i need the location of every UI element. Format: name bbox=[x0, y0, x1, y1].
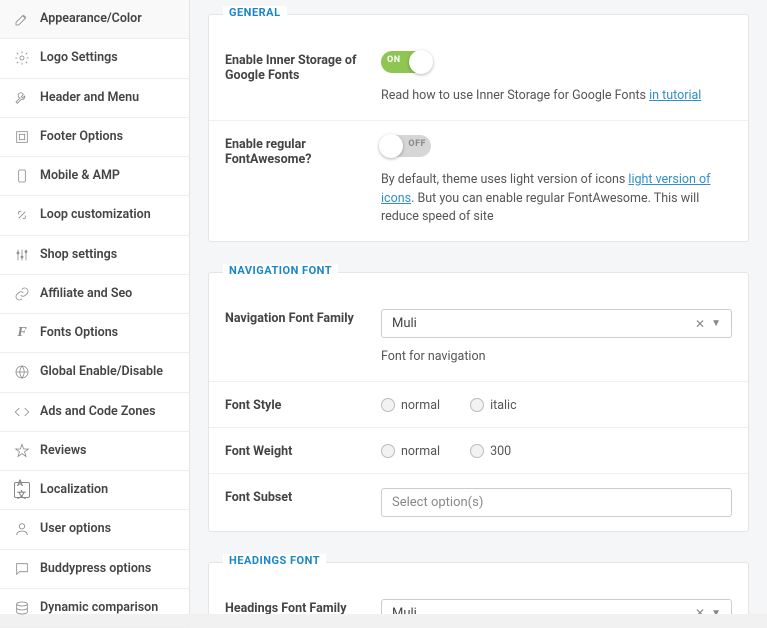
star-icon bbox=[14, 443, 30, 459]
sidebar-item-label: Fonts Options bbox=[40, 325, 118, 341]
sidebar-item-mobile[interactable]: Mobile & AMP bbox=[0, 157, 189, 196]
sidebar-item-label: Ads and Code Zones bbox=[40, 404, 156, 420]
radio-style-italic[interactable]: italic bbox=[470, 398, 517, 413]
clear-icon[interactable]: ✕ bbox=[689, 317, 711, 331]
field-label: Navigation Font Family bbox=[225, 309, 381, 367]
toggle-fontawesome[interactable]: OFF bbox=[381, 135, 431, 157]
field-font-subset: Font Subset Select option(s) bbox=[209, 474, 748, 531]
field-headings-font-family: Headings Font Family Muli ✕ ▼ bbox=[209, 585, 748, 614]
user-icon bbox=[14, 521, 30, 537]
panel-general: GENERAL Enable Inner Storage of Google F… bbox=[208, 14, 749, 242]
toggle-inner-storage[interactable]: ON bbox=[381, 51, 431, 73]
sidebar-item-label: Appearance/Color bbox=[40, 11, 142, 27]
radio-dot-icon bbox=[381, 444, 395, 458]
field-label: Headings Font Family bbox=[225, 599, 381, 614]
chevron-down-icon: ▼ bbox=[711, 608, 721, 614]
select-headings-font-family[interactable]: Muli ✕ ▼ bbox=[381, 599, 732, 614]
panel-navigation-font: NAVIGATION FONT Navigation Font Family M… bbox=[208, 272, 749, 532]
sidebar-item-label: User options bbox=[40, 521, 111, 537]
radio-dot-icon bbox=[470, 444, 484, 458]
sidebar-item-label: Logo Settings bbox=[40, 50, 118, 66]
select-value: Muli bbox=[392, 316, 689, 331]
link-icon bbox=[14, 286, 30, 302]
database-icon bbox=[14, 600, 30, 616]
select-nav-font-family[interactable]: Muli ✕ ▼ bbox=[381, 309, 732, 338]
sidebar-item-buddypress[interactable]: Buddypress options bbox=[0, 550, 189, 589]
field-nav-font-family: Navigation Font Family Muli ✕ ▼ Font for… bbox=[209, 295, 748, 382]
tutorial-link[interactable]: in tutorial bbox=[649, 88, 701, 103]
resize-icon bbox=[14, 207, 30, 223]
box-icon bbox=[14, 129, 30, 145]
field-font-weight: Font Weight normal 300 bbox=[209, 428, 748, 474]
field-label: Font Style bbox=[225, 396, 381, 413]
sidebar-item-label: Shop settings bbox=[40, 247, 117, 263]
sidebar-item-label: Footer Options bbox=[40, 129, 123, 145]
toggle-knob bbox=[409, 50, 433, 74]
sidebar-item-global[interactable]: Global Enable/Disable bbox=[0, 353, 189, 392]
toggle-knob bbox=[379, 134, 403, 158]
panel-title: GENERAL bbox=[223, 6, 287, 19]
sidebar-item-appearance[interactable]: Appearance/Color bbox=[0, 0, 189, 39]
sidebar-item-dynamic[interactable]: Dynamic comparison bbox=[0, 589, 189, 628]
font-icon: F bbox=[14, 325, 30, 341]
radio-weight-300[interactable]: 300 bbox=[470, 444, 511, 459]
edit-icon bbox=[14, 11, 30, 27]
main-content: GENERAL Enable Inner Storage of Google F… bbox=[190, 0, 767, 614]
sidebar-item-label: Affiliate and Seo bbox=[40, 286, 132, 302]
translate-icon: A文 bbox=[14, 482, 30, 498]
mobile-icon bbox=[14, 168, 30, 184]
panel-title: NAVIGATION FONT bbox=[223, 264, 338, 277]
toggle-state: OFF bbox=[408, 139, 426, 149]
sidebar-item-label: Reviews bbox=[40, 443, 86, 459]
chevron-down-icon: ▼ bbox=[711, 318, 721, 329]
field-label: Font Subset bbox=[225, 488, 381, 517]
field-label: Font Weight bbox=[225, 442, 381, 459]
sidebar-item-label: Global Enable/Disable bbox=[40, 364, 163, 380]
field-inner-storage: Enable Inner Storage of Google Fonts ON … bbox=[209, 37, 748, 121]
sidebar-item-user[interactable]: User options bbox=[0, 510, 189, 549]
sliders-icon bbox=[14, 247, 30, 263]
select-placeholder: Select option(s) bbox=[392, 495, 721, 510]
sidebar-item-affiliate[interactable]: Affiliate and Seo bbox=[0, 275, 189, 314]
sidebar-item-footer[interactable]: Footer Options bbox=[0, 118, 189, 157]
field-description: Read how to use Inner Storage for Google… bbox=[381, 87, 732, 106]
wrench-icon bbox=[14, 90, 30, 106]
select-font-subset[interactable]: Select option(s) bbox=[381, 488, 732, 517]
sidebar-item-localization[interactable]: A文 Localization bbox=[0, 471, 189, 510]
panel-headings-font: HEADINGS FONT Headings Font Family Muli … bbox=[208, 562, 749, 614]
sidebar-item-loop[interactable]: Loop customization bbox=[0, 196, 189, 235]
sidebar-item-label: Localization bbox=[40, 482, 108, 498]
sidebar-item-fonts[interactable]: F Fonts Options bbox=[0, 314, 189, 353]
sidebar-item-header[interactable]: Header and Menu bbox=[0, 79, 189, 118]
clear-icon[interactable]: ✕ bbox=[689, 606, 711, 614]
chat-icon bbox=[14, 561, 30, 577]
field-label: Enable regular FontAwesome? bbox=[225, 135, 381, 227]
globe-icon bbox=[14, 364, 30, 380]
sidebar-item-ads[interactable]: Ads and Code Zones bbox=[0, 393, 189, 432]
sidebar-item-label: Mobile & AMP bbox=[40, 168, 120, 184]
code-icon bbox=[14, 404, 30, 420]
field-fontawesome: Enable regular FontAwesome? OFF By defau… bbox=[209, 121, 748, 241]
toggle-state: ON bbox=[387, 55, 401, 65]
select-value: Muli bbox=[392, 606, 689, 614]
field-font-style: Font Style normal italic bbox=[209, 382, 748, 428]
field-description: Font for navigation bbox=[381, 348, 732, 367]
settings-sidebar: Appearance/Color Logo Settings Header an… bbox=[0, 0, 190, 614]
sidebar-item-label: Buddypress options bbox=[40, 561, 151, 577]
gear-icon bbox=[14, 50, 30, 66]
radio-dot-icon bbox=[381, 398, 395, 412]
sidebar-item-logo[interactable]: Logo Settings bbox=[0, 39, 189, 78]
field-description: By default, theme uses light version of … bbox=[381, 171, 732, 227]
sidebar-item-shop[interactable]: Shop settings bbox=[0, 236, 189, 275]
panel-title: HEADINGS FONT bbox=[223, 554, 326, 567]
radio-style-normal[interactable]: normal bbox=[381, 398, 440, 413]
sidebar-item-label: Loop customization bbox=[40, 207, 151, 223]
field-label: Enable Inner Storage of Google Fonts bbox=[225, 51, 381, 106]
radio-weight-normal[interactable]: normal bbox=[381, 444, 440, 459]
radio-dot-icon bbox=[470, 398, 484, 412]
sidebar-item-reviews[interactable]: Reviews bbox=[0, 432, 189, 471]
sidebar-item-label: Header and Menu bbox=[40, 90, 139, 106]
